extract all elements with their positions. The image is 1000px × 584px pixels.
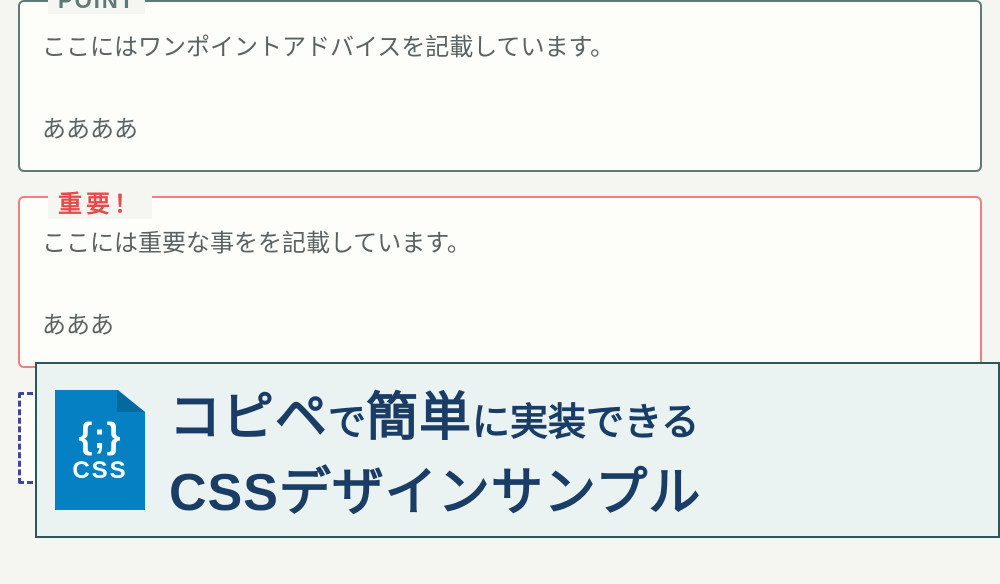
- banner-word-copipe: コピペ: [169, 375, 328, 450]
- point-text-2: ああああ: [42, 112, 958, 148]
- banner-word-jissou: に実装できる: [472, 391, 699, 446]
- important-box: 重要！ ここには重要な事をを記載しています。 あああ: [18, 196, 982, 368]
- banner-text: コピペ で 簡単 に実装できる CSSデザインサンプル: [169, 375, 701, 525]
- banner-word-cssdesign: CSSデザインサンプル: [169, 450, 701, 525]
- banner-word-kantan: 簡単: [366, 375, 472, 450]
- banner-word-de: で: [328, 391, 366, 446]
- banner-line-1: コピペ で 簡単 に実装できる: [169, 375, 701, 450]
- css-sample-banner: {;} CSS コピペ で 簡単 に実装できる CSSデザインサンプル: [35, 362, 1000, 538]
- point-legend: POINT: [48, 0, 145, 14]
- css-file-icon: {;} CSS: [55, 390, 145, 510]
- css-icon-braces: {;}: [78, 415, 121, 457]
- important-text-1: ここには重要な事をを記載しています。: [42, 226, 958, 262]
- css-icon-label: CSS: [72, 457, 127, 485]
- important-legend: 重要！: [48, 184, 152, 219]
- point-box: POINT ここにはワンポイントアドバイスを記載しています。 ああああ: [18, 0, 982, 172]
- point-text-1: ここにはワンポイントアドバイスを記載しています。: [42, 30, 958, 66]
- banner-line-2: CSSデザインサンプル: [169, 450, 701, 525]
- important-text-2: あああ: [42, 308, 958, 344]
